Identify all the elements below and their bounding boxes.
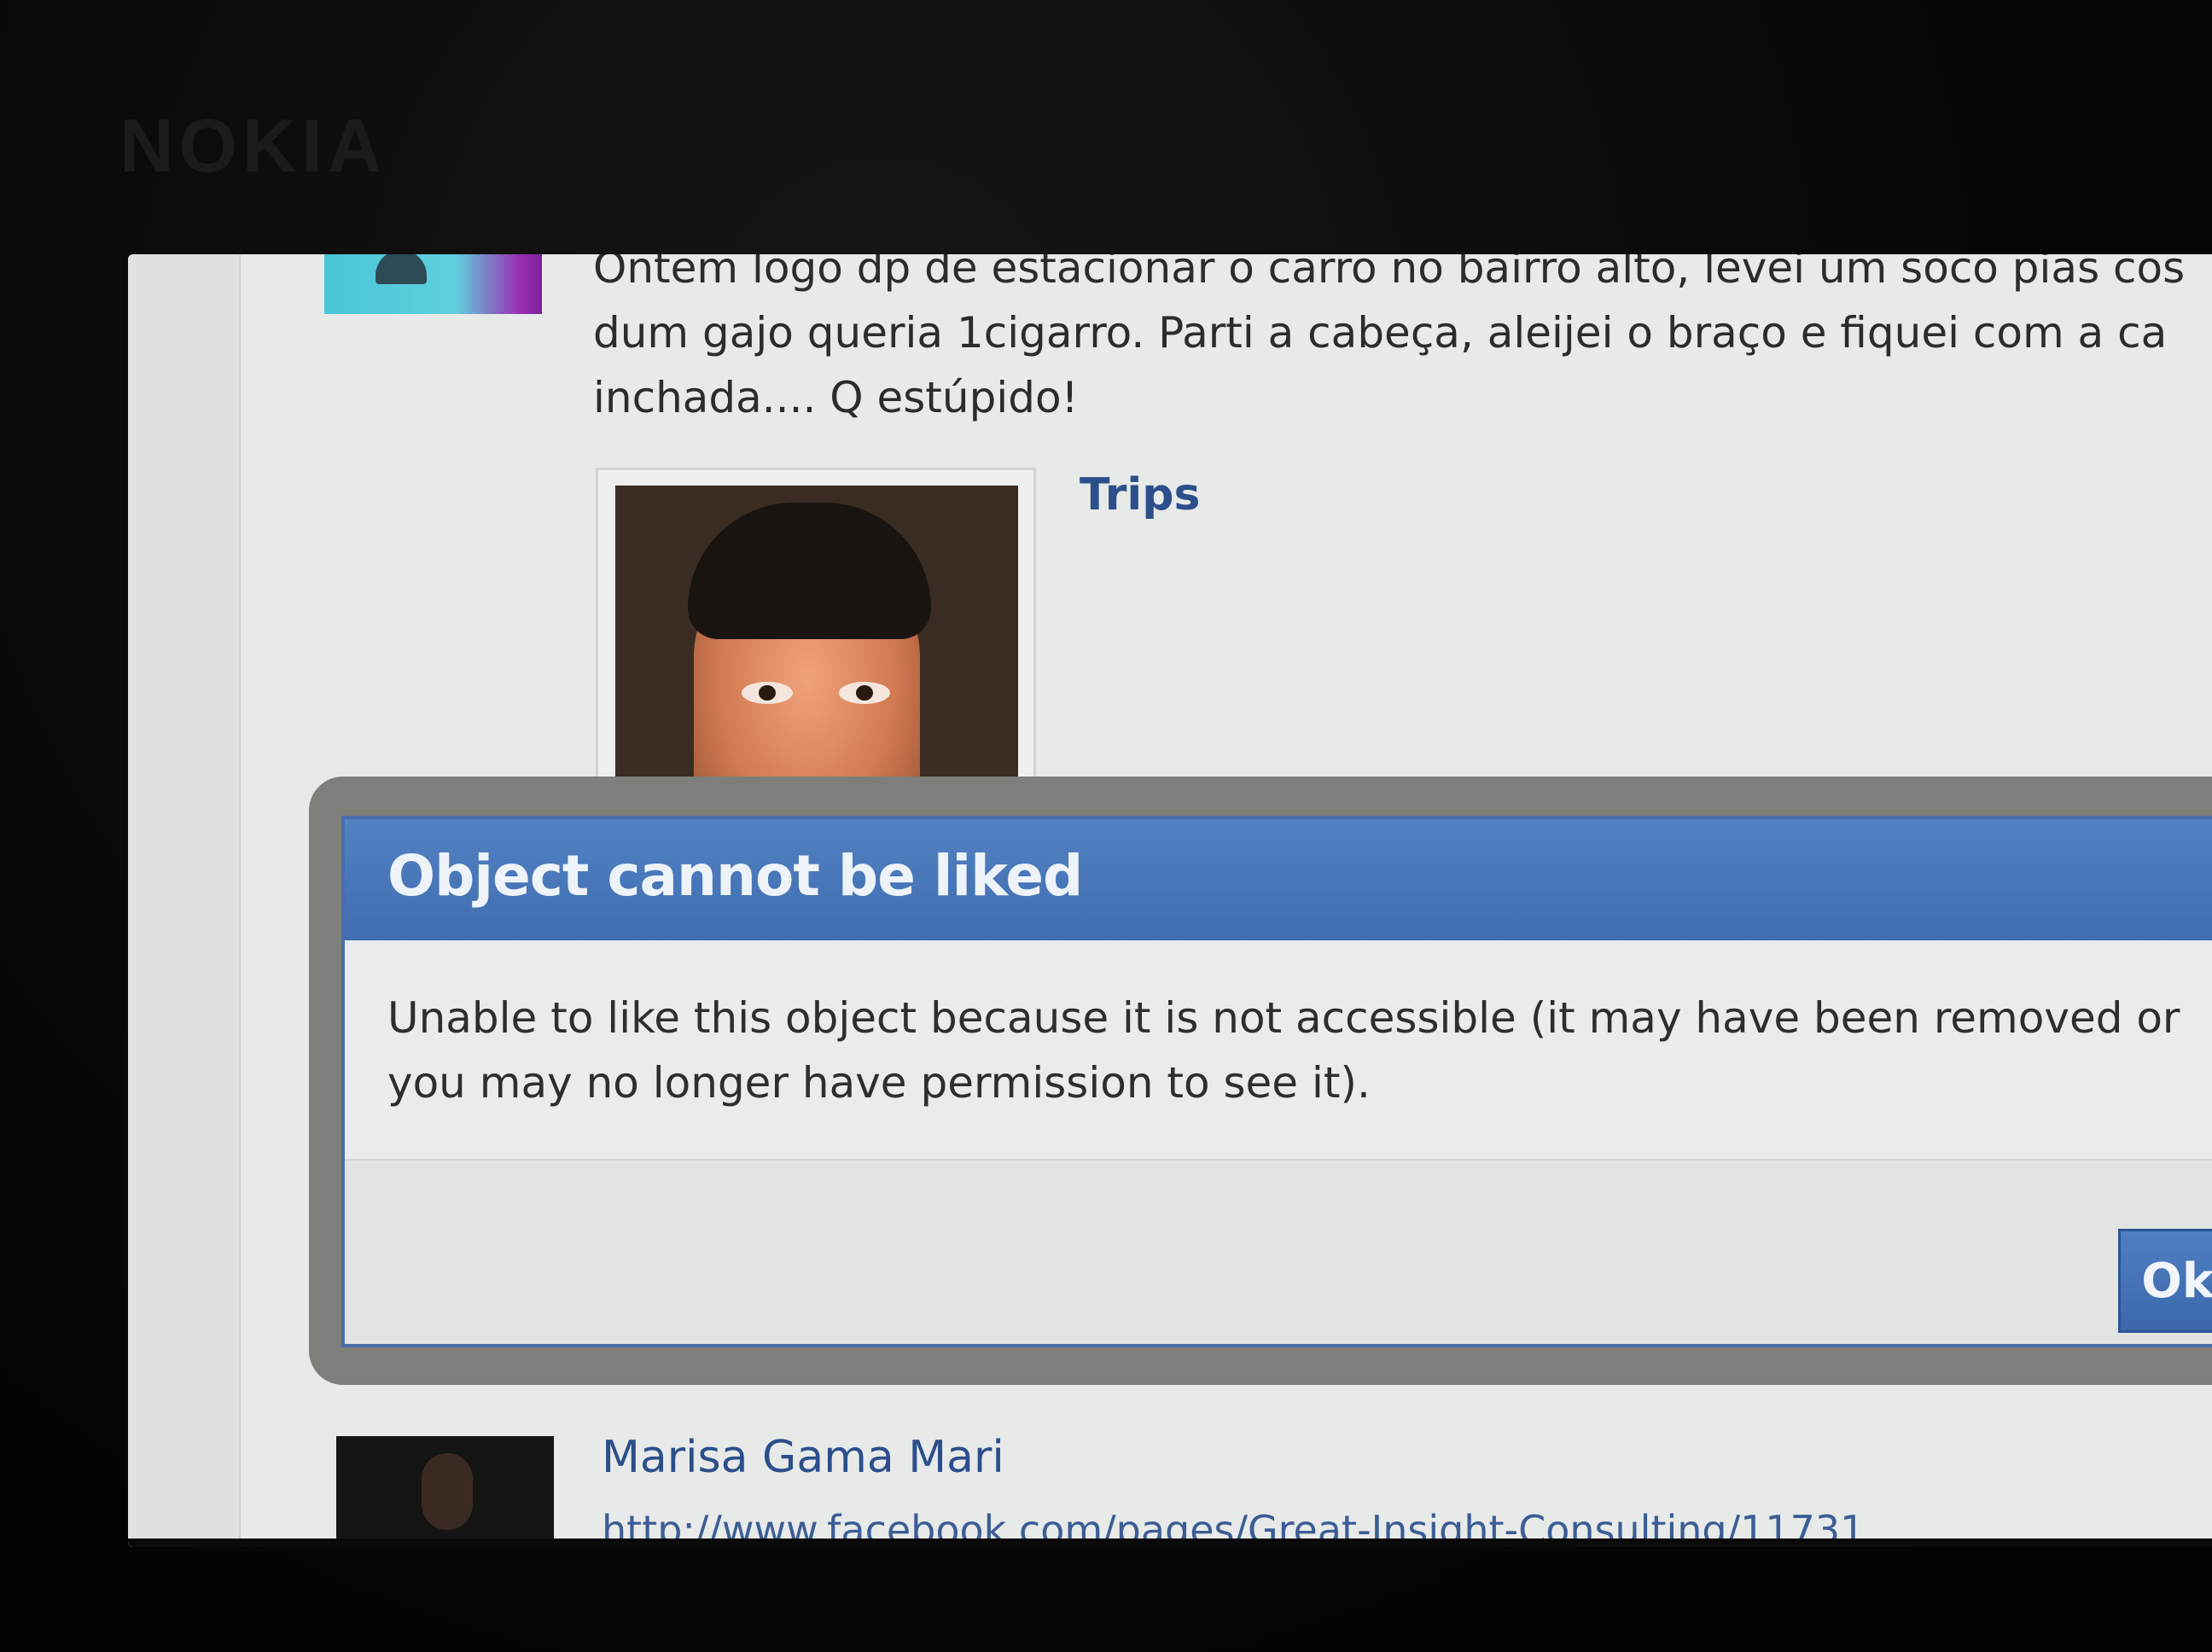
post-author-avatar[interactable] — [324, 254, 542, 314]
error-dialog: Object cannot be liked Unable to like th… — [341, 816, 2212, 1347]
photo-hair — [688, 503, 931, 639]
friend-name-link[interactable]: Marisa Gama Mari — [602, 1432, 1004, 1483]
dialog-message-line: Unable to like this object because it is… — [387, 993, 2180, 1043]
post-line: dum gajo queria 1cigarro. Parti a cabeça… — [593, 308, 2168, 358]
dialog-footer — [345, 1160, 2212, 1344]
dialog-title: Object cannot be liked — [387, 843, 1083, 909]
okay-button[interactable]: Okay — [2118, 1229, 2212, 1333]
friend-avatar[interactable] — [336, 1436, 554, 1547]
dialog-message-line: you may no longer have permission to see… — [387, 1058, 1371, 1108]
device-bezel: NOKIA Ontem logo dp de estacionar o carr… — [0, 0, 2212, 1652]
post-line: Ontem logo dp de estacionar o carro no b… — [593, 254, 2186, 293]
photo-eye-left — [742, 682, 793, 704]
dialog-header: Object cannot be liked — [345, 819, 2212, 940]
photo-eye-right — [839, 682, 890, 704]
post-message: Ontem logo dp de estacionar o carro no b… — [593, 254, 2212, 430]
screen-bottom-edge — [128, 1539, 2212, 1547]
post-line: inchada.... Q estúpido! — [593, 373, 1079, 422]
dialog-message: Unable to like this object because it is… — [387, 986, 2212, 1115]
phone-screen: Ontem logo dp de estacionar o carro no b… — [128, 254, 2212, 1547]
attachment-title-link[interactable]: Trips — [1080, 469, 1200, 521]
brand-logo: NOKIA — [119, 103, 387, 188]
